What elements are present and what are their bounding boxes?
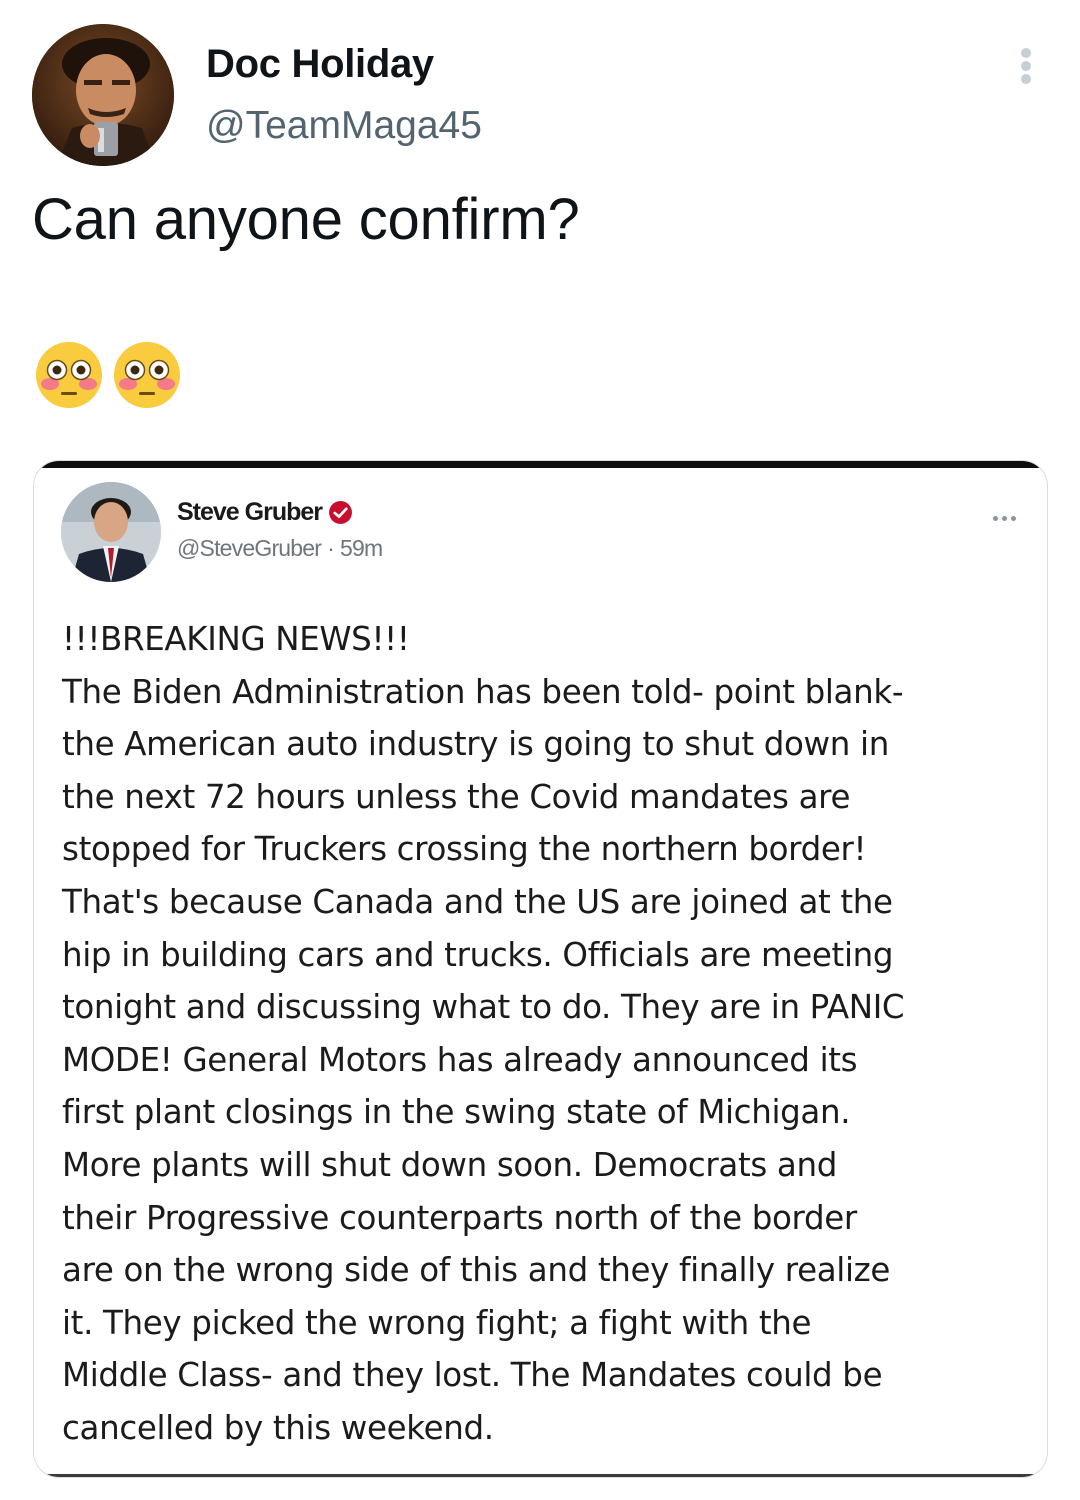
- body-line: Middle Class- and they lost. The Mandate…: [62, 1356, 883, 1395]
- verified-badge-icon: [329, 501, 352, 524]
- body-line: it. They picked the wrong fight; a fight…: [62, 1303, 812, 1342]
- embedded-author-avatar: [61, 482, 161, 582]
- body-line: first plant closings in the swing state …: [62, 1093, 851, 1132]
- embedded-more-icon: [989, 513, 1021, 525]
- author-avatar[interactable]: [32, 24, 174, 166]
- body-line: cancelled by this weekend.: [62, 1408, 494, 1447]
- embedded-author-display-name: Steve Gruber: [177, 498, 323, 526]
- body-line: That's because Canada and the US are joi…: [62, 882, 893, 921]
- body-line: are on the wrong side of this and they f…: [62, 1251, 891, 1290]
- embedded-author-meta: @SteveGruber · 59m: [177, 535, 383, 562]
- embedded-author-name-row: Steve Gruber: [177, 498, 353, 530]
- meta-separator: ·: [327, 535, 335, 561]
- body-line: !!!BREAKING NEWS!!!: [62, 620, 410, 658]
- flushed-face-icon: [36, 342, 102, 408]
- more-options-icon[interactable]: [1014, 44, 1038, 88]
- body-line: the next 72 hours unless the Covid manda…: [62, 777, 851, 816]
- body-line: The Biden Administration has been told- …: [62, 672, 904, 711]
- embedded-author-handle: @SteveGruber: [177, 535, 322, 561]
- attached-image[interactable]: Steve Gruber @SteveGruber · 59m !!!BREAKIN…: [33, 460, 1048, 1478]
- body-line: their Progressive counterparts north of …: [62, 1198, 857, 1237]
- embedded-post-body: !!!BREAKING NEWS!!! The Biden Administra…: [62, 613, 1032, 1455]
- author-display-name[interactable]: Doc Holiday: [206, 42, 434, 87]
- body-line: hip in building cars and trucks. Officia…: [62, 935, 894, 974]
- body-line: MODE! General Motors has already announc…: [62, 1040, 858, 1079]
- tweet-text: Can anyone confirm?: [32, 187, 580, 252]
- image-bottom-edge: [34, 1474, 1047, 1477]
- tweet: Doc Holiday @TeamMaga45 Can anyone confi…: [0, 0, 1080, 1500]
- body-line: More plants will shut down soon. Democra…: [62, 1145, 838, 1184]
- image-top-edge: [34, 461, 1047, 468]
- flushed-face-icon: [114, 342, 180, 408]
- body-line: tonight and discussing what to do. They …: [62, 988, 905, 1027]
- author-handle[interactable]: @TeamMaga45: [206, 104, 482, 148]
- body-line: the American auto industry is going to s…: [62, 725, 889, 764]
- embedded-post-time: 59m: [340, 535, 383, 561]
- body-line: stopped for Truckers crossing the northe…: [62, 830, 867, 869]
